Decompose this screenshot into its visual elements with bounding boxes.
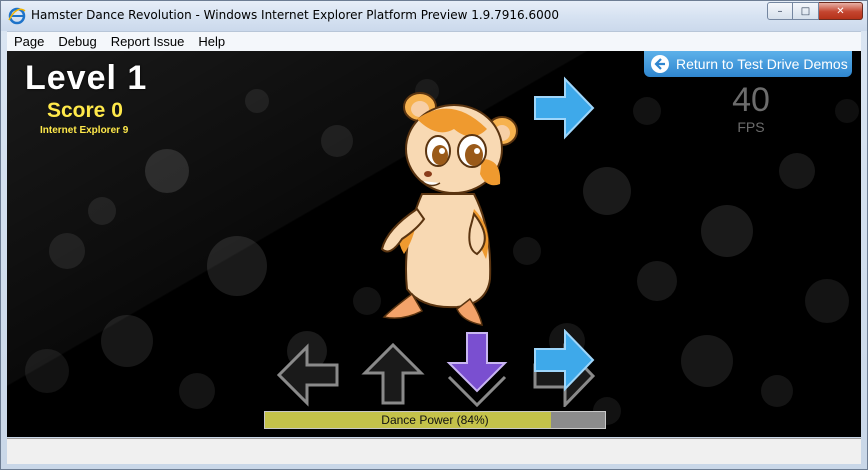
level-indicator: Level 1 [25, 59, 148, 97]
dance-power-bar: Dance Power (84%) [264, 411, 606, 429]
menu-report-issue[interactable]: Report Issue [104, 34, 192, 49]
close-button[interactable]: ✕ [819, 2, 863, 20]
return-to-test-drive-button[interactable]: Return to Test Drive Demos [644, 51, 852, 77]
score-display: Score 0 [47, 99, 123, 122]
menu-bar: Page Debug Report Issue Help [7, 31, 861, 51]
down-arrow-target-icon [446, 332, 508, 407]
menu-page[interactable]: Page [7, 34, 51, 49]
game-stage[interactable]: Level 1 Score 0 Internet Explorer 9 Retu… [7, 51, 861, 437]
ie-icon [8, 7, 26, 25]
return-label: Return to Test Drive Demos [676, 56, 848, 72]
status-bar [7, 438, 861, 464]
browser-window: Hamster Dance Revolution - Windows Inter… [0, 0, 868, 470]
left-arrow-target-icon [277, 343, 339, 407]
up-arrow-target-icon [361, 343, 425, 405]
window-controls: – □ ✕ [767, 2, 863, 20]
hamster-image [380, 92, 518, 326]
title-bar: Hamster Dance Revolution - Windows Inter… [1, 1, 867, 31]
back-arrow-icon [651, 55, 669, 73]
browser-label: Internet Explorer 9 [40, 125, 129, 136]
maximize-button[interactable]: □ [793, 2, 819, 20]
fps-label: FPS [737, 119, 765, 135]
dance-power-label: Dance Power (84%) [381, 413, 489, 427]
window-title: Hamster Dance Revolution - Windows Inter… [31, 8, 560, 22]
menu-debug[interactable]: Debug [51, 34, 103, 49]
fps-value: 40 [732, 81, 770, 119]
minimize-button[interactable]: – [767, 2, 793, 20]
prompt-right-arrow-icon [534, 76, 595, 140]
right-arrow-target-icon [533, 329, 596, 407]
menu-help[interactable]: Help [191, 34, 232, 49]
